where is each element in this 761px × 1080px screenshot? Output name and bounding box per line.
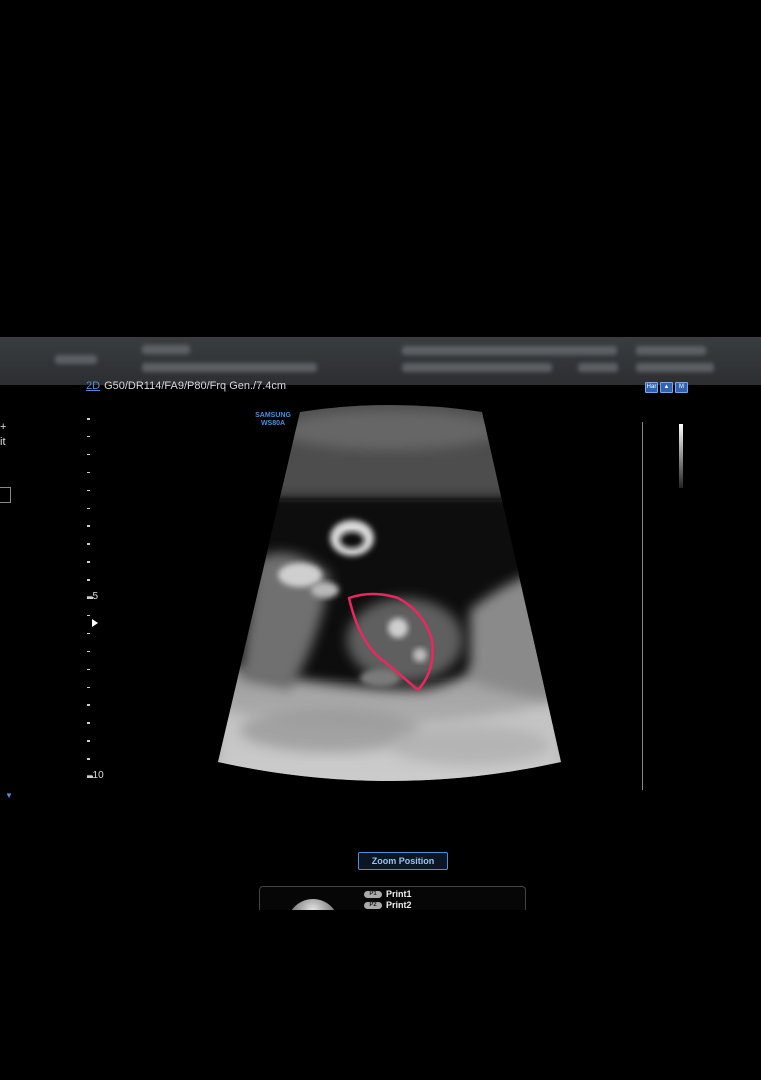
depth-tick	[87, 561, 90, 563]
depth-tick	[87, 668, 90, 671]
depth-label: –5	[87, 591, 99, 602]
focus-marker-icon[interactable]	[92, 619, 98, 627]
model-name: WS80A	[260, 420, 286, 427]
print2-item[interactable]: P2 Print2	[364, 900, 412, 910]
depth-tick	[87, 507, 90, 509]
depth-label: –10	[87, 770, 104, 781]
depth-tick	[87, 650, 90, 653]
print1-label: Print1	[386, 889, 412, 899]
depth-tick	[87, 758, 90, 760]
depth-tick	[87, 722, 90, 724]
depth-tick	[87, 704, 90, 706]
depth-tick	[87, 471, 90, 474]
p1-badge: P1	[364, 890, 382, 898]
depth-tick	[87, 435, 90, 438]
depth-tick	[87, 614, 90, 617]
right-divider	[642, 422, 643, 790]
depth-tick	[87, 543, 90, 545]
depth-tick	[87, 686, 90, 688]
depth-tick	[87, 579, 90, 581]
bottom-letterbox	[0, 910, 761, 1080]
grayscale-bar	[679, 424, 683, 488]
print2-label: Print2	[386, 900, 412, 910]
depth-tick	[87, 525, 90, 527]
depth-scale: –5 –10	[82, 418, 112, 781]
depth-tick	[87, 740, 90, 742]
zoom-position-button[interactable]: Zoom Position	[358, 852, 448, 870]
print1-item[interactable]: P1 Print1	[364, 889, 412, 899]
depth-tick	[87, 632, 90, 635]
depth-tick	[87, 453, 90, 456]
brand-label: SAMSUNG WS80A	[255, 412, 291, 428]
depth-tick	[87, 418, 90, 420]
brand-name: SAMSUNG	[255, 412, 291, 419]
ultrasound-sector	[218, 405, 561, 781]
depth-tick	[87, 489, 90, 492]
p2-badge: P2	[364, 901, 382, 909]
